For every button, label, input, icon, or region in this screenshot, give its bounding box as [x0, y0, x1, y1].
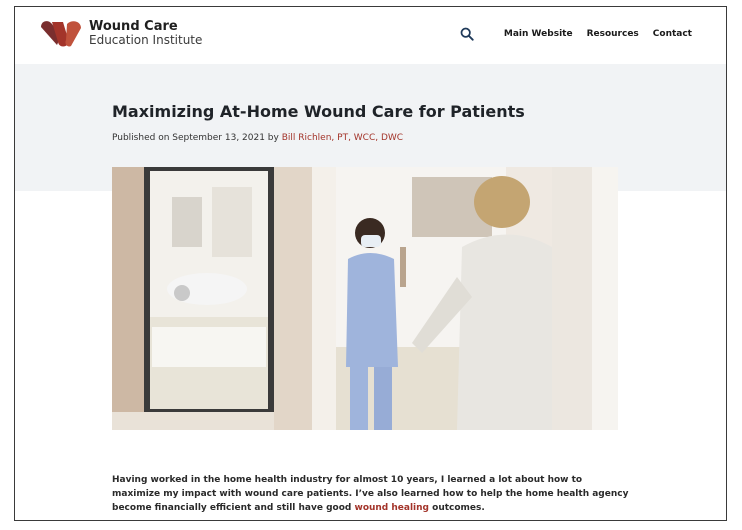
published-date: Published on September 13, 2021 by: [112, 133, 279, 143]
page-frame: Wound Care Education Institute Main Webs…: [14, 6, 727, 521]
author-link[interactable]: Bill Richlen, PT, WCC, DWC: [282, 133, 403, 143]
logo-title: Wound Care: [89, 18, 178, 34]
main-nav: Main Website Resources Contact: [460, 27, 692, 41]
article-intro: Having worked in the home health industr…: [112, 473, 632, 515]
article-byline: Published on September 13, 2021 by Bill …: [112, 133, 403, 143]
nav-main-website[interactable]: Main Website: [504, 29, 573, 39]
nav-contact[interactable]: Contact: [653, 29, 692, 39]
logo-mark-icon: [41, 21, 81, 47]
site-header: Wound Care Education Institute Main Webs…: [15, 7, 726, 64]
nav-resources[interactable]: Resources: [587, 29, 639, 39]
article-title: Maximizing At-Home Wound Care for Patien…: [112, 102, 525, 121]
search-icon[interactable]: [460, 27, 474, 41]
wound-healing-link[interactable]: wound healing: [355, 503, 430, 513]
logo-subtitle: Education Institute: [89, 32, 203, 47]
hero-photo: [112, 167, 618, 430]
logo-text: Wound Care Education Institute: [89, 20, 202, 46]
intro-text-2: outcomes.: [432, 503, 485, 513]
site-logo[interactable]: Wound Care Education Institute: [39, 18, 202, 48]
